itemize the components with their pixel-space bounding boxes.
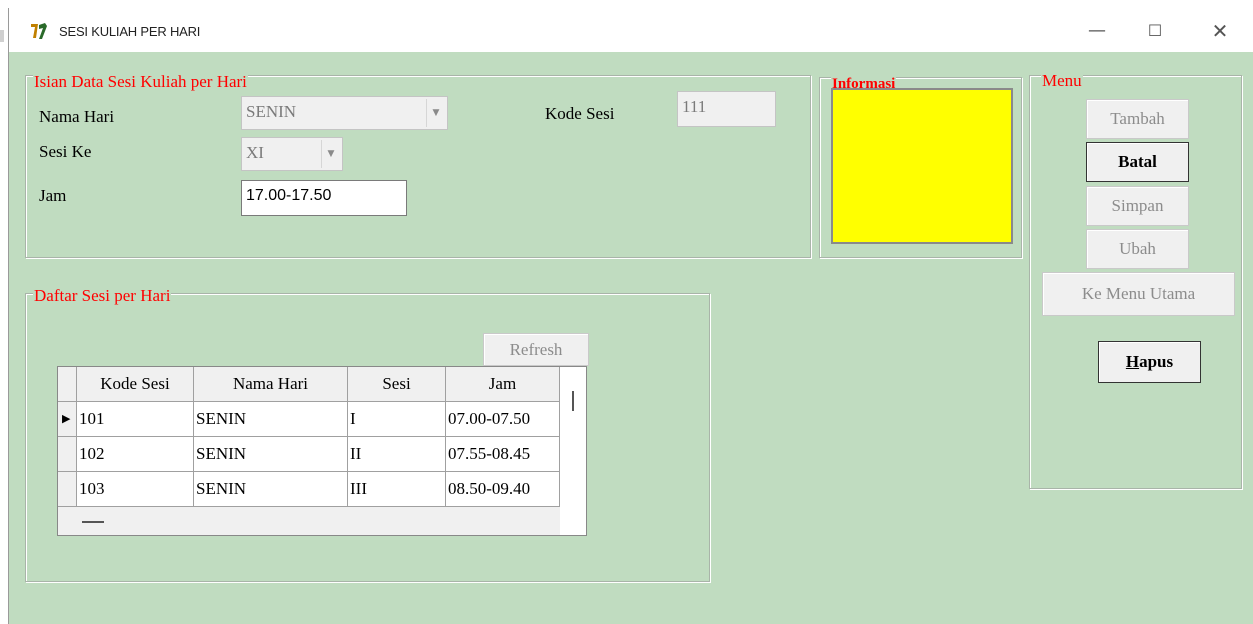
hapus-button[interactable]: Hapus — [1098, 341, 1201, 383]
current-row-indicator-icon[interactable]: ▶ — [58, 402, 77, 437]
table-cell-kode[interactable]: 101 — [77, 402, 194, 437]
title-bar[interactable]: SESI KULIAH PER HARI — ☐ ✕ — [9, 8, 1253, 52]
batal-button[interactable]: Batal — [1086, 142, 1189, 182]
hapus-label: apus — [1139, 352, 1174, 371]
sesi-grid[interactable]: Kode Sesi Nama Hari Sesi Jam ▶ 101 SENIN… — [57, 366, 587, 536]
table-cell-kode[interactable]: 102 — [77, 437, 194, 472]
vertical-scroll-thumb[interactable] — [572, 391, 574, 411]
table-cell-jam[interactable]: 07.55-08.45 — [446, 437, 560, 472]
simpan-button[interactable]: Simpan — [1086, 186, 1189, 226]
nama-hari-label: Nama Hari — [39, 107, 115, 126]
window-title: SESI KULIAH PER HARI — [59, 24, 201, 39]
column-header-kode-sesi[interactable]: Kode Sesi — [77, 367, 194, 402]
table-cell-jam[interactable]: 08.50-09.40 — [446, 472, 560, 507]
isian-legend: Isian Data Sesi Kuliah per Hari — [33, 72, 248, 91]
table-cell-sesi[interactable]: I — [348, 402, 446, 437]
kode-sesi-input[interactable]: 111 — [677, 91, 776, 127]
minimize-icon: — — [1088, 20, 1106, 41]
ubah-button[interactable]: Ubah — [1086, 229, 1189, 269]
maximize-icon: ☐ — [1147, 21, 1163, 40]
daftar-legend: Daftar Sesi per Hari — [33, 286, 172, 305]
table-cell-sesi[interactable]: III — [348, 472, 446, 507]
jam-input[interactable]: 17.00-17.50 — [241, 180, 407, 216]
background-window-edge — [0, 30, 4, 42]
sesi-ke-combobox[interactable]: XI ▼ — [241, 137, 343, 171]
close-button[interactable]: ✕ — [1197, 16, 1243, 46]
main-window: SESI KULIAH PER HARI — ☐ ✕ Isian Data Se… — [8, 8, 1253, 624]
column-header-nama-hari[interactable]: Nama Hari — [194, 367, 348, 402]
hapus-accelerator: H — [1125, 352, 1140, 371]
row-selector[interactable] — [58, 472, 77, 507]
maximize-button[interactable]: ☐ — [1132, 16, 1178, 46]
vertical-scrollbar[interactable] — [560, 367, 586, 535]
informasi-panel — [831, 88, 1013, 244]
grid-footer — [58, 507, 560, 535]
table-cell-jam[interactable]: 07.00-07.50 — [446, 402, 560, 437]
column-header-sesi[interactable]: Sesi — [348, 367, 446, 402]
column-header-jam[interactable]: Jam — [446, 367, 560, 402]
table-cell-hari[interactable]: SENIN — [194, 437, 348, 472]
row-selector[interactable] — [58, 437, 77, 472]
sesi-ke-label: Sesi Ke — [39, 142, 92, 161]
close-icon: ✕ — [1211, 19, 1229, 43]
nama-hari-combobox[interactable]: SENIN ▼ — [241, 96, 448, 130]
table-cell-sesi[interactable]: II — [348, 437, 446, 472]
ke-menu-utama-button[interactable]: Ke Menu Utama — [1042, 272, 1235, 316]
jam-label: Jam — [39, 186, 67, 205]
sesi-ke-value: XI — [246, 143, 264, 162]
refresh-button[interactable]: Refresh — [483, 333, 589, 366]
app-icon — [31, 23, 47, 39]
table-cell-hari[interactable]: SENIN — [194, 402, 348, 437]
chevron-down-icon[interactable]: ▼ — [426, 99, 445, 127]
nama-hari-value: SENIN — [246, 102, 297, 121]
kode-sesi-label: Kode Sesi — [545, 104, 615, 123]
menu-legend: Menu — [1041, 71, 1083, 90]
grid-corner — [58, 367, 77, 402]
chevron-down-icon[interactable]: ▼ — [321, 140, 340, 168]
minimize-button[interactable]: — — [1074, 16, 1120, 46]
tambah-button[interactable]: Tambah — [1086, 99, 1189, 139]
horizontal-scroll-thumb[interactable] — [82, 521, 104, 523]
table-cell-hari[interactable]: SENIN — [194, 472, 348, 507]
table-cell-kode[interactable]: 103 — [77, 472, 194, 507]
